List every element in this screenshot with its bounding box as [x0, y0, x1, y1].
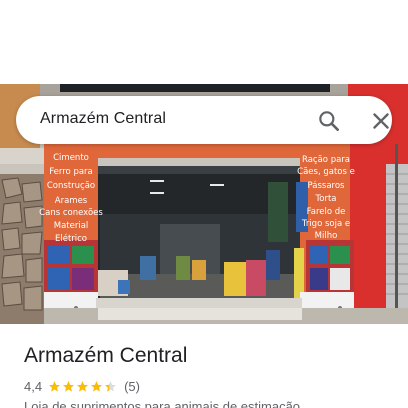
maps-place-view: Cimento Ferro para Construção Arames Can… [0, 0, 408, 408]
star-icon [63, 380, 74, 392]
right-sign-line-4: Torta [315, 194, 337, 204]
review-count[interactable]: (5) [124, 379, 140, 394]
left-sign-line-7: Elétrico [55, 233, 87, 244]
right-sign-line-7: Milho [315, 231, 338, 241]
star-icon [91, 380, 102, 392]
rating-row[interactable]: 4,4 (5) [24, 378, 140, 394]
left-sign-line-1: Cimento [53, 153, 89, 163]
star-icon [49, 380, 60, 392]
search-bar[interactable]: Armazém Central [16, 96, 392, 144]
place-category: Loja de suprimentos para animais de esti… [24, 399, 301, 408]
left-sign-line-4: Arames [55, 196, 88, 206]
star-icon [77, 380, 88, 392]
close-icon [373, 113, 389, 129]
star-icon [105, 380, 116, 392]
left-sign-line-6: Material [54, 221, 89, 231]
left-sign-line-2: Ferro para [49, 167, 93, 177]
search-input[interactable]: Armazém Central [40, 110, 166, 128]
close-button[interactable] [368, 108, 394, 134]
rating-stars [48, 380, 118, 393]
left-sign-line-3: Construção [47, 181, 95, 191]
right-sign-line-3: Pássaros [308, 181, 346, 191]
right-sign-line-1: Ração para [302, 155, 350, 165]
search-icon [319, 111, 339, 131]
right-sign-line-2: Cães, gatos e [297, 167, 355, 177]
place-title: Armazém Central [24, 344, 188, 367]
place-info-panel: Armazém Central 4,4 (5) Loja de suprimen… [0, 324, 408, 408]
left-sign-line-5: Cans conexões [39, 208, 103, 218]
search-button[interactable] [316, 108, 342, 134]
rating-value: 4,4 [24, 378, 43, 394]
right-sign-line-5: Farelo de [307, 207, 346, 217]
right-sign-line-6: Trigo soja e [301, 219, 350, 229]
